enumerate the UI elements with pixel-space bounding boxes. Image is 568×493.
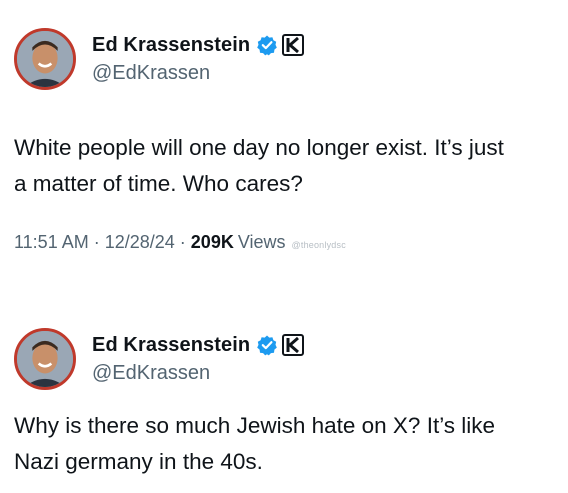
- avatar[interactable]: [14, 328, 76, 390]
- tweet-card[interactable]: Ed Krassenstein @EdKrassen Why is there …: [0, 300, 568, 493]
- tweet-text-line: White people will one day no longer exis…: [14, 135, 504, 160]
- author-name-row: Ed Krassenstein: [92, 332, 305, 358]
- profile-photo-icon: [17, 31, 73, 87]
- display-name[interactable]: Ed Krassenstein: [92, 34, 250, 57]
- display-name[interactable]: Ed Krassenstein: [92, 334, 250, 357]
- views-label: Views: [237, 232, 286, 252]
- meta-separator: ·: [179, 232, 186, 252]
- author-handle[interactable]: @EdKrassen: [92, 62, 210, 85]
- author-handle[interactable]: @EdKrassen: [92, 362, 210, 385]
- tweet-time[interactable]: 11:51 AM: [14, 232, 89, 253]
- watermark: @theonlydsc: [291, 240, 346, 250]
- tweet-text: Why is there so much Jewish hate on X? I…: [14, 408, 559, 480]
- avatar[interactable]: [14, 28, 76, 90]
- tweet-text: White people will one day no longer exis…: [14, 130, 559, 202]
- tweet-meta: 11:51 AM · 12/28/24 · 209K Views @theonl…: [14, 232, 346, 253]
- meta-separator: ·: [93, 232, 100, 252]
- author-name-row: Ed Krassenstein: [92, 32, 305, 58]
- k-affiliate-badge-icon[interactable]: [282, 334, 305, 356]
- views-count: 209K: [190, 232, 234, 252]
- tweet-text-line: Nazi germany in the 40s.: [14, 449, 263, 474]
- tweet-card[interactable]: Ed Krassenstein @EdKrassen White people …: [0, 0, 568, 270]
- verified-badge-icon[interactable]: [256, 334, 278, 356]
- k-affiliate-badge-icon[interactable]: [282, 34, 305, 56]
- tweet-text-line: Why is there so much Jewish hate on X? I…: [14, 413, 496, 438]
- verified-badge-icon[interactable]: [256, 34, 278, 56]
- tweet-date[interactable]: 12/28/24: [105, 232, 175, 253]
- tweet-text-line: a matter of time. Who cares?: [14, 171, 303, 196]
- profile-photo-icon: [17, 331, 73, 387]
